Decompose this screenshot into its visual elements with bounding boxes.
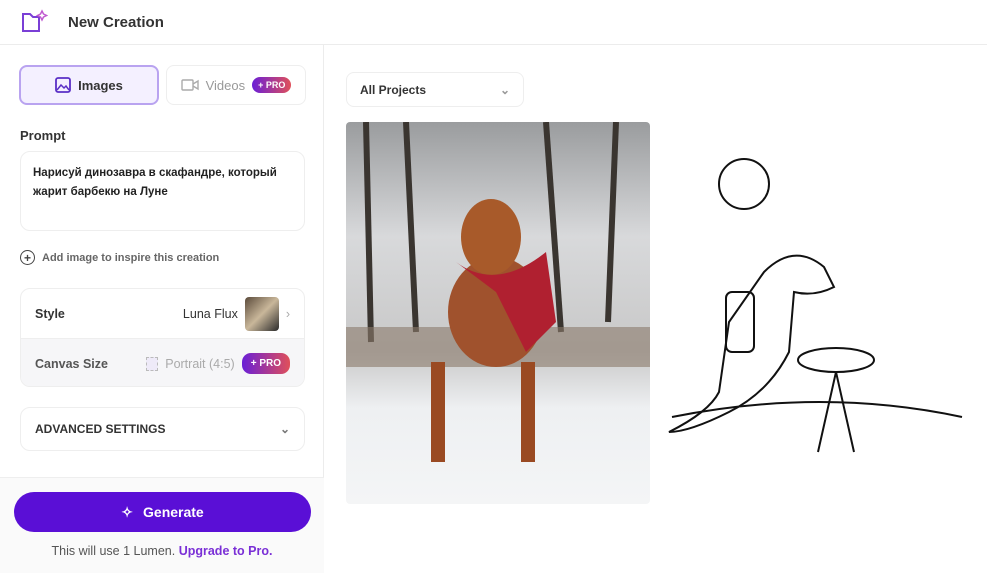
header: New Creation	[0, 0, 987, 45]
projects-dropdown[interactable]: All Projects ⌄	[346, 72, 524, 107]
upgrade-link[interactable]: Upgrade to Pro.	[179, 544, 273, 558]
style-value: Luna Flux	[182, 306, 238, 321]
generated-image-dinosaur[interactable]	[664, 122, 968, 504]
image-icon	[55, 77, 71, 93]
tab-label: Images	[78, 77, 123, 93]
add-image-button[interactable]: + Add image to inspire this creation	[20, 250, 219, 265]
style-thumbnail	[244, 296, 279, 331]
tab-images[interactable]: Images	[19, 65, 159, 105]
advanced-label: ADVANCED SETTINGS	[35, 422, 166, 436]
prompt-input[interactable]: Нарисуй динозавра в скафандре, который ж…	[20, 151, 305, 231]
lumen-note: This will use 1 Lumen. Upgrade to Pro.	[0, 544, 324, 558]
sidebar: Images Videos + PRO Prompt Нарисуй диноз…	[0, 45, 324, 573]
dog-illustration	[346, 122, 650, 462]
pro-badge: + PRO	[241, 353, 290, 374]
sparkle-icon: ✧	[121, 503, 134, 520]
canvas-label: Canvas Size	[35, 356, 108, 371]
add-image-label: Add image to inspire this creation	[42, 251, 220, 264]
tab-videos[interactable]: Videos + PRO	[166, 65, 306, 105]
settings-panel: Style Luna Flux › Canvas Size Portrait (4…	[20, 288, 305, 387]
projects-value: All Projects	[360, 82, 427, 97]
pro-badge: + PRO	[252, 77, 292, 93]
page-title: New Creation	[68, 13, 164, 31]
portrait-icon	[146, 356, 159, 371]
chevron-right-icon: ›	[285, 306, 290, 321]
dinosaur-illustration	[668, 158, 963, 453]
canvas-size-row[interactable]: Canvas Size Portrait (4:5) + PRO	[21, 338, 304, 386]
generate-label: Generate	[143, 504, 204, 520]
chevron-down-icon: ⌄	[279, 422, 290, 436]
canvas-value: Portrait (4:5)	[165, 356, 235, 371]
footer: ✧ Generate This will use 1 Lumen. Upgrad…	[0, 477, 324, 573]
folder-sparkle-icon	[22, 9, 48, 32]
style-row[interactable]: Style Luna Flux ›	[21, 289, 304, 338]
generated-image-dog[interactable]	[346, 122, 650, 504]
video-icon	[180, 79, 199, 91]
prompt-label: Prompt	[20, 128, 66, 143]
generate-button[interactable]: ✧ Generate	[14, 492, 311, 532]
chevron-down-icon: ⌄	[499, 82, 510, 97]
lumen-text: This will use 1 Lumen.	[51, 544, 176, 558]
plus-circle-icon: +	[20, 250, 35, 265]
advanced-settings-toggle[interactable]: ADVANCED SETTINGS ⌄	[20, 407, 305, 451]
tab-label: Videos	[205, 77, 246, 93]
style-label: Style	[35, 306, 65, 321]
